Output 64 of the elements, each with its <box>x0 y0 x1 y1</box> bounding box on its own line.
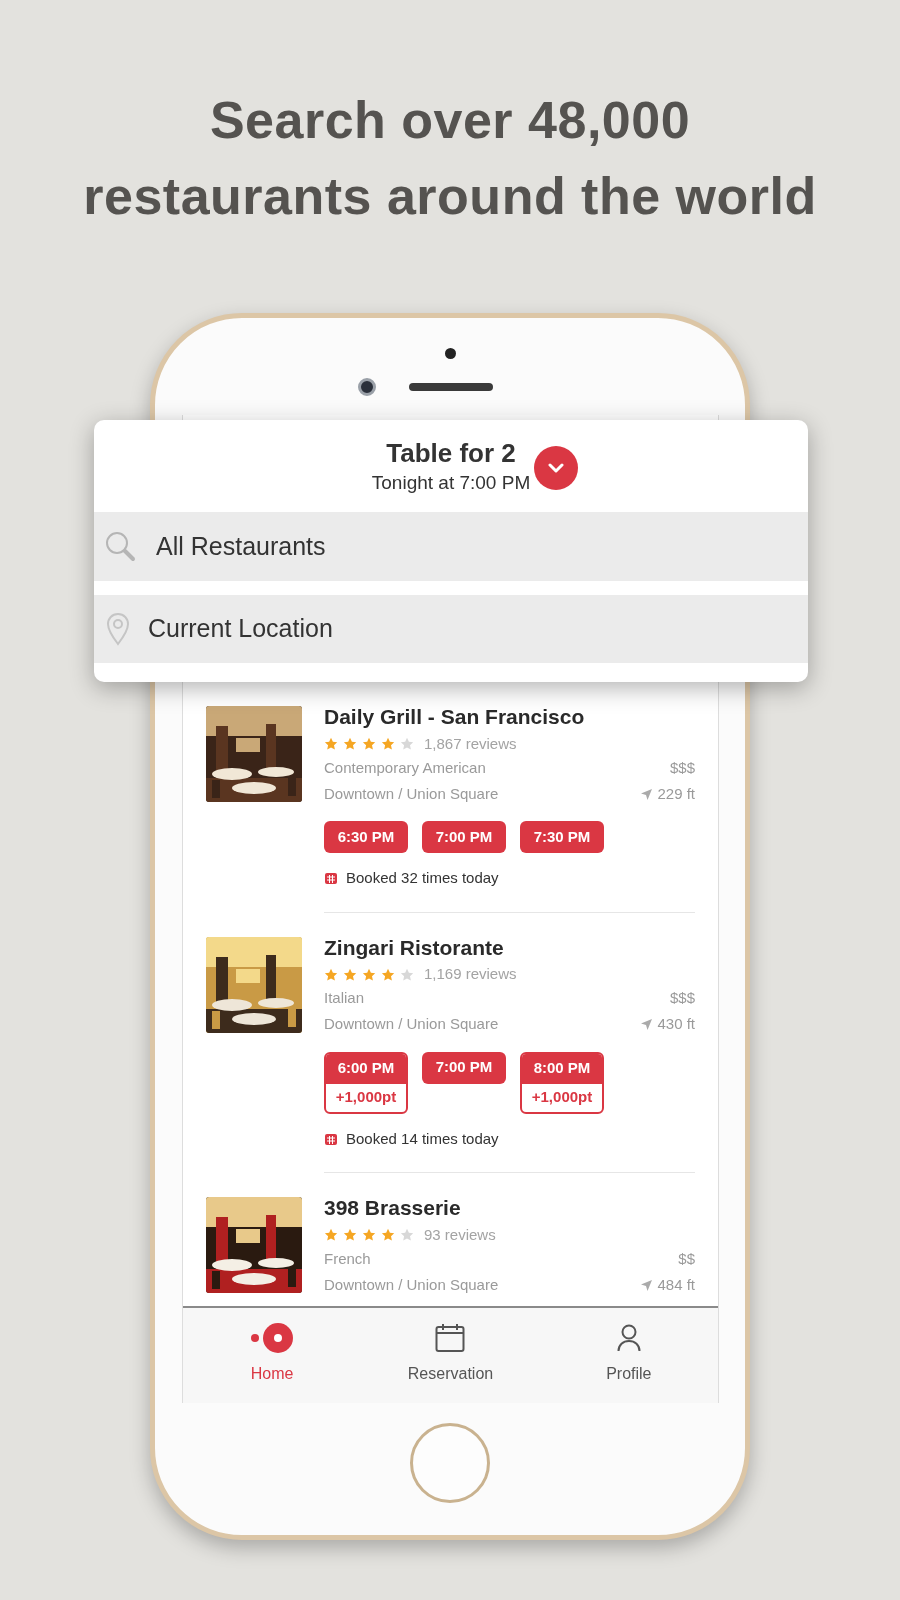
tab-button[interactable]: Home <box>183 1308 362 1403</box>
search-field[interactable]: All Restaurants <box>94 512 808 581</box>
calendar-icon <box>324 1131 338 1146</box>
sensor-icon <box>445 348 456 359</box>
speaker-icon <box>409 383 493 391</box>
area-label: Downtown / Union Square <box>324 1274 499 1295</box>
booked-count: Booked 32 times today <box>346 868 499 888</box>
distance-label: 484 ft <box>657 1274 695 1295</box>
star-icon <box>381 967 395 982</box>
navigation-arrow-icon <box>641 1279 653 1291</box>
star-icon <box>362 967 376 982</box>
review-count: 1,169 reviews <box>424 964 517 985</box>
tab-button[interactable]: Reservation <box>361 1308 540 1403</box>
star-icon <box>324 737 338 751</box>
star-icon <box>381 1228 395 1242</box>
calendar-icon <box>435 1323 466 1353</box>
star-icon <box>343 1228 357 1242</box>
distance-label: 430 ft <box>657 1014 695 1035</box>
card-title: Table for 2 <box>386 437 516 470</box>
profile-icon <box>616 1324 641 1352</box>
review-count: 1,867 reviews <box>424 733 517 754</box>
restaurant-name[interactable]: Daily Grill - San Francisco <box>324 704 695 730</box>
card-subtitle: Tonight at 7:00 PM <box>371 471 531 495</box>
review-count: 93 reviews <box>424 1224 496 1245</box>
headline: restaurants around the world <box>83 166 817 227</box>
star-icon <box>324 1228 338 1242</box>
navigation-arrow-icon <box>641 1019 653 1030</box>
navigation-arrow-icon <box>641 788 653 800</box>
location-pin-icon <box>106 612 130 646</box>
time-slot-button[interactable]: 7:00 PM <box>422 821 506 853</box>
search-icon <box>104 529 138 564</box>
calendar-icon <box>324 871 338 886</box>
cuisine-label: French <box>324 1248 371 1269</box>
time-slot-button[interactable]: 7:00 PM <box>422 1051 506 1084</box>
star-icon <box>400 967 414 982</box>
time-slot-button[interactable]: 8:00 PM +1,000pt <box>520 1051 604 1114</box>
area-label: Downtown / Union Square <box>324 1014 499 1035</box>
location-field[interactable]: Current Location <box>94 595 808 663</box>
price-label: $$ <box>678 1248 695 1269</box>
star-icon <box>362 737 376 751</box>
headline: Search over 48,000 <box>209 90 691 151</box>
time-slot-button[interactable]: 6:30 PM <box>324 821 408 853</box>
tab-button[interactable]: Profile <box>539 1308 718 1403</box>
time-slot-button[interactable]: 6:00 PM +1,000pt <box>324 1051 408 1114</box>
star-icon <box>400 737 414 751</box>
star-icon <box>343 967 357 982</box>
price-label: $$$ <box>669 757 695 778</box>
price-label: $$$ <box>669 988 695 1009</box>
booked-count: Booked 14 times today <box>346 1128 499 1149</box>
star-icon <box>324 967 338 982</box>
dropdown-button[interactable] <box>534 446 578 490</box>
cuisine-label: Italian <box>324 988 365 1009</box>
chevron-down-icon <box>548 463 564 473</box>
area-label: Downtown / Union Square <box>324 783 499 804</box>
star-icon <box>343 737 357 751</box>
time-slot-button[interactable]: 7:30 PM <box>520 821 604 853</box>
star-icon <box>381 737 395 751</box>
restaurant-name[interactable]: Zingari Ristorante <box>324 934 695 961</box>
home-logo-icon <box>250 1322 295 1354</box>
distance-label: 229 ft <box>657 783 695 804</box>
star-icon <box>362 1228 376 1242</box>
star-icon <box>400 1228 414 1242</box>
cuisine-label: Contemporary American <box>324 757 486 778</box>
restaurant-name[interactable]: 398 Brasserie <box>324 1195 695 1221</box>
